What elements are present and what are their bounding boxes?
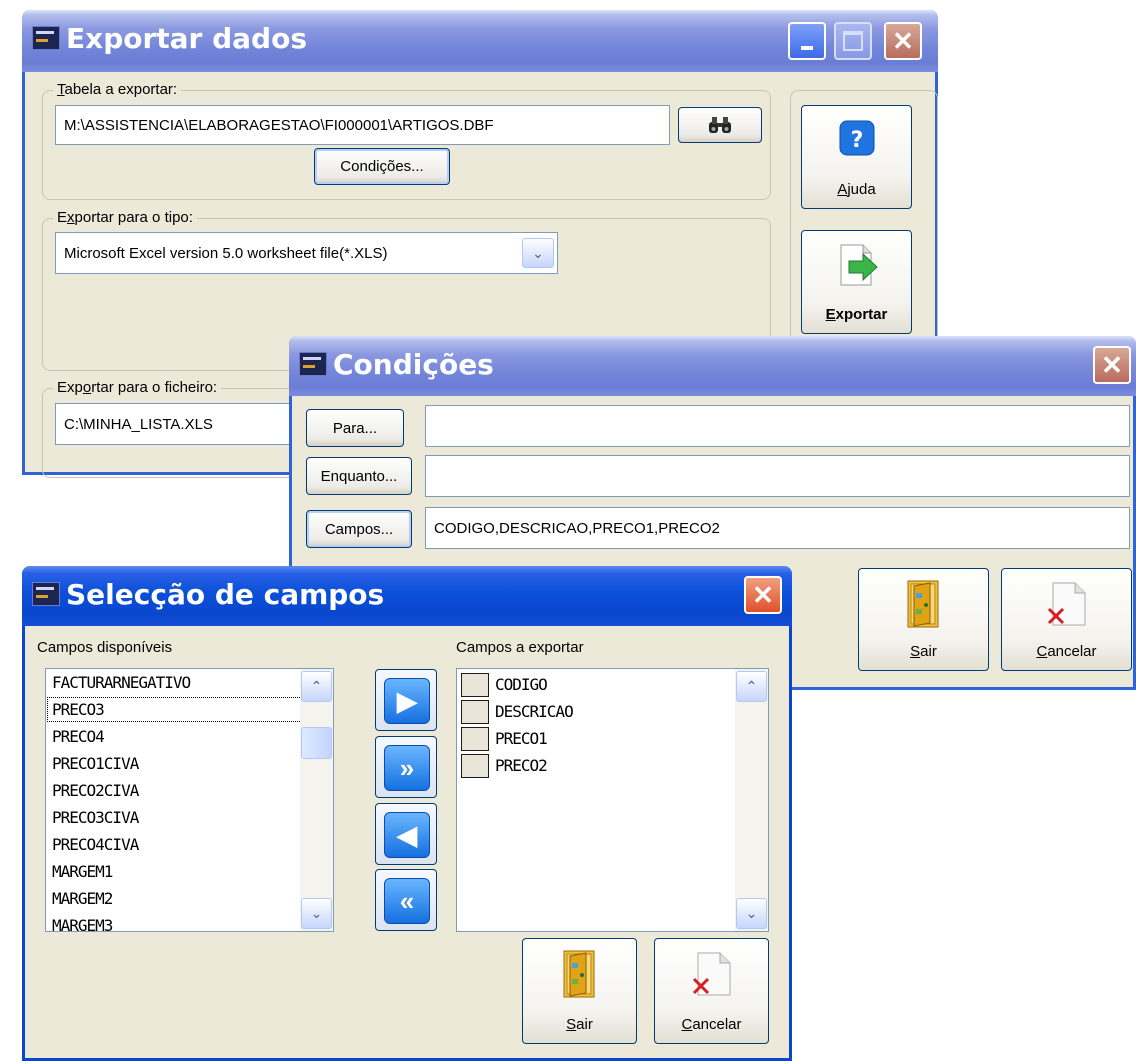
- conditions-cancel-label: Cancelar: [1036, 643, 1097, 660]
- close-icon: ✕: [752, 580, 774, 610]
- export-field-label: DESCRICAO: [495, 702, 574, 721]
- available-field-item[interactable]: PRECO1CIVA: [46, 750, 333, 777]
- export-type-value: Microsoft Excel version 5.0 worksheet fi…: [64, 244, 388, 262]
- table-group-label: Tabela a exportar:: [53, 81, 182, 98]
- available-field-item[interactable]: PRECO4: [46, 723, 333, 750]
- export-field-label: PRECO2: [495, 756, 548, 775]
- export-fields-scrollbar[interactable]: ⌃ ⌄: [735, 669, 768, 931]
- export-field-checkbox[interactable]: [461, 726, 489, 751]
- chevron-down-icon[interactable]: ⌄: [522, 238, 554, 268]
- fields-cancel-button[interactable]: Cancelar: [654, 938, 769, 1044]
- available-field-item[interactable]: PRECO3: [46, 696, 333, 723]
- move-one-left-icon: ◀: [384, 812, 430, 858]
- export-field-checkbox[interactable]: [461, 753, 489, 778]
- available-field-item[interactable]: MARGEM1: [46, 858, 333, 885]
- field-selection-title: Selecção de campos: [66, 578, 385, 611]
- minimize-icon: [801, 46, 813, 50]
- export-fields-items: CODIGO DESCRICAO PRECO1 PRECO2: [457, 669, 768, 779]
- available-fields-items: FACTURARNEGATIVO PRECO3 PRECO4 PRECO1CIVA PR…: [46, 669, 333, 931]
- maximize-icon: [843, 31, 863, 51]
- conditions-button[interactable]: Condições...: [314, 148, 450, 185]
- help-label: Ajuda: [837, 181, 876, 198]
- maximize-button: [834, 22, 872, 60]
- export-field-item[interactable]: PRECO1: [457, 725, 768, 752]
- move-all-left-button[interactable]: «: [375, 869, 437, 931]
- export-file-field[interactable]: C:\MINHA_LISTA.XLS: [55, 403, 325, 445]
- minimize-button[interactable]: [788, 22, 826, 60]
- move-all-right-button[interactable]: »: [375, 736, 437, 798]
- available-field-item[interactable]: PRECO2CIVA: [46, 777, 333, 804]
- conditions-title: Condições: [333, 348, 494, 381]
- export-field-checkbox[interactable]: [461, 672, 489, 697]
- export-field-checkbox[interactable]: [461, 699, 489, 724]
- export-fields-list[interactable]: CODIGO DESCRICAO PRECO1 PRECO2 ⌃ ⌄: [456, 668, 769, 932]
- cancel-document-icon: [1045, 581, 1089, 631]
- help-button[interactable]: ? Ajuda: [801, 105, 912, 209]
- export-field-item[interactable]: CODIGO: [457, 671, 768, 698]
- fields-exit-label: Sair: [566, 1016, 593, 1033]
- scroll-up-icon[interactable]: ⌃: [301, 671, 332, 702]
- conditions-cancel-button[interactable]: Cancelar: [1001, 568, 1132, 671]
- browse-table-button[interactable]: [678, 107, 762, 143]
- app-logo-icon: [299, 352, 327, 376]
- available-field-item[interactable]: FACTURARNEGATIVO: [46, 669, 333, 696]
- scroll-down-icon[interactable]: ⌄: [736, 898, 767, 929]
- app-logo-icon: [32, 26, 60, 50]
- export-label: Exportar: [825, 306, 888, 323]
- export-fields-label: Campos a exportar: [456, 639, 584, 656]
- available-field-item[interactable]: PRECO4CIVA: [46, 831, 333, 858]
- close-icon: ✕: [1101, 350, 1123, 380]
- move-all-left-icon: «: [384, 878, 430, 924]
- scroll-up-icon[interactable]: ⌃: [736, 671, 767, 702]
- move-one-left-button[interactable]: ◀: [375, 803, 437, 865]
- enquanto-button[interactable]: Enquanto...: [306, 457, 412, 495]
- close-icon: ✕: [892, 26, 914, 56]
- conditions-titlebar[interactable]: Condições ✕: [289, 336, 1136, 396]
- scroll-thumb[interactable]: [301, 727, 332, 759]
- available-field-item[interactable]: PRECO3CIVA: [46, 804, 333, 831]
- campos-field[interactable]: CODIGO,DESCRICAO,PRECO1,PRECO2: [425, 507, 1130, 549]
- export-type-select[interactable]: Microsoft Excel version 5.0 worksheet fi…: [55, 232, 558, 274]
- available-fields-scrollbar[interactable]: ⌃ ⌄: [300, 669, 333, 931]
- available-field-item[interactable]: MARGEM3: [46, 912, 333, 931]
- scroll-down-icon[interactable]: ⌄: [301, 898, 332, 929]
- close-button[interactable]: ✕: [884, 22, 922, 60]
- conditions-close-button[interactable]: ✕: [1093, 346, 1131, 384]
- type-group-label: Exportar para o tipo:: [53, 209, 197, 226]
- export-document-icon: [835, 243, 879, 291]
- conditions-exit-label: Sair: [910, 643, 937, 660]
- available-fields-list[interactable]: FACTURARNEGATIVO PRECO3 PRECO4 PRECO1CIVA PR…: [45, 668, 334, 932]
- campos-button[interactable]: Campos...: [306, 510, 412, 548]
- svg-text:?: ?: [850, 128, 863, 153]
- available-fields-label: Campos disponíveis: [37, 639, 173, 656]
- export-field-item[interactable]: DESCRICAO: [457, 698, 768, 725]
- move-one-right-button[interactable]: ▶: [375, 669, 437, 731]
- export-field-label: CODIGO: [495, 675, 548, 694]
- move-all-right-icon: »: [384, 745, 430, 791]
- para-field[interactable]: [425, 405, 1130, 447]
- field-selection-close-button[interactable]: ✕: [744, 576, 782, 614]
- conditions-exit-button[interactable]: Sair: [858, 568, 989, 671]
- field-selection-titlebar[interactable]: Selecção de campos ✕: [22, 566, 792, 626]
- export-window-title: Exportar dados: [66, 22, 307, 55]
- para-button[interactable]: Para...: [306, 409, 404, 447]
- binoculars-icon: [709, 117, 731, 133]
- available-field-item[interactable]: MARGEM2: [46, 885, 333, 912]
- export-window-titlebar[interactable]: Exportar dados ✕: [22, 10, 938, 72]
- field-selection-window: Selecção de campos ✕ Campos disponíveis …: [22, 566, 792, 1061]
- exit-door-icon: [560, 949, 600, 1003]
- fields-cancel-label: Cancelar: [681, 1016, 742, 1033]
- export-field-label: PRECO1: [495, 729, 548, 748]
- export-field-item[interactable]: PRECO2: [457, 752, 768, 779]
- export-button[interactable]: Exportar: [801, 230, 912, 334]
- table-path-field[interactable]: M:\ASSISTENCIA\ELABORAGESTAO\FI000001\AR…: [55, 105, 670, 145]
- exit-door-icon: [904, 579, 944, 633]
- file-group-label: Exportar para o ficheiro:: [53, 379, 222, 396]
- cancel-document-icon: [690, 951, 734, 1001]
- fields-exit-button[interactable]: Sair: [522, 938, 637, 1044]
- help-icon: ?: [839, 120, 875, 160]
- enquanto-field[interactable]: [425, 455, 1130, 497]
- move-one-right-icon: ▶: [384, 678, 430, 724]
- app-logo-icon: [32, 582, 60, 606]
